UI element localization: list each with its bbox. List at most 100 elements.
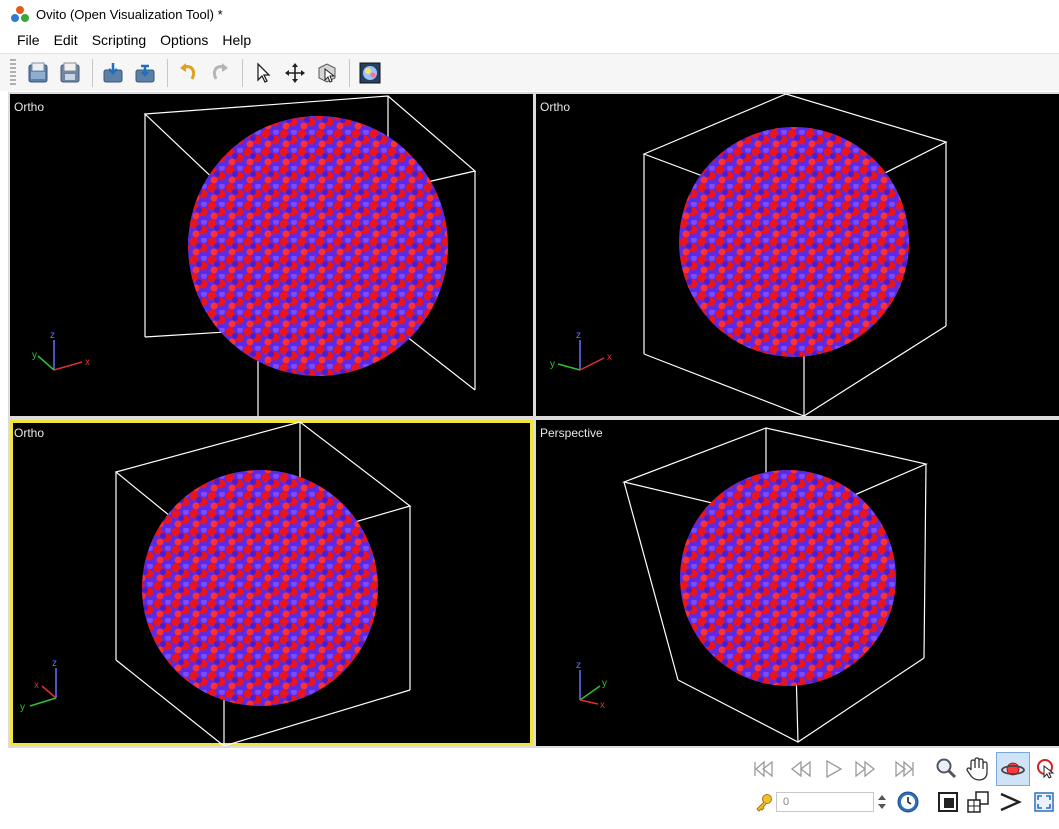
pick-orbit-icon: [318, 62, 336, 83]
menu-edit[interactable]: Edit: [47, 30, 85, 50]
hand-icon: [966, 757, 988, 781]
move-mode-button[interactable]: [281, 59, 309, 87]
axis-y-label: y: [32, 350, 37, 361]
viewport-caption[interactable]: Perspective: [540, 426, 603, 440]
fast-forward-icon: [855, 760, 876, 778]
axis-x-label: x: [600, 700, 605, 711]
pick-orbit-button[interactable]: [313, 59, 341, 87]
redo-icon: [212, 62, 228, 80]
axis-z-label: z: [576, 660, 581, 671]
zoom-scene-extents-button[interactable]: [934, 788, 962, 816]
rewind-icon: [790, 760, 811, 778]
viewport-top-right[interactable]: Ortho z x y: [536, 94, 1059, 416]
axis-y-label: y: [20, 702, 25, 713]
play-button[interactable]: [820, 756, 846, 782]
redo-button[interactable]: [206, 59, 234, 87]
skip-end-icon: [895, 760, 914, 778]
axis-z-label: z: [52, 658, 57, 669]
current-frame-field[interactable]: 0: [776, 792, 874, 812]
next-frame-button[interactable]: [852, 756, 878, 782]
axis-tripod: z y x: [576, 660, 607, 711]
main-toolbar: [0, 53, 1059, 91]
window-title: Ovito (Open Visualization Tool) *: [36, 6, 223, 22]
viewport-scene: z x y: [20, 421, 412, 746]
selection-mode-button[interactable]: [249, 59, 277, 87]
auto-key-button[interactable]: [752, 790, 776, 814]
animation-controls: 0: [748, 752, 1059, 826]
menu-bar: File Edit Scripting Options Help: [0, 29, 1059, 51]
undo-icon: [180, 62, 196, 80]
fov-button[interactable]: [996, 788, 1024, 816]
render-button[interactable]: [356, 59, 384, 87]
viewport-bottom-left[interactable]: Ortho z x y: [10, 420, 533, 746]
title-bar: Ovito (Open Visualization Tool) *: [0, 0, 1059, 28]
clock-icon: [897, 791, 919, 813]
undo-button[interactable]: [174, 59, 202, 87]
menu-options[interactable]: Options: [153, 30, 215, 50]
save-file-button[interactable]: [56, 59, 84, 87]
axis-x-label: x: [85, 357, 90, 368]
axis-y-label: y: [550, 359, 555, 370]
axis-z-label: z: [50, 330, 55, 341]
ovito-logo-icon: [11, 6, 29, 22]
toolbar-separator: [349, 58, 350, 87]
key-icon: [756, 794, 772, 812]
save-icon: [60, 62, 80, 82]
import-icon: [103, 62, 123, 82]
export-button[interactable]: [131, 59, 159, 87]
move-icon: [285, 62, 305, 83]
spinner-arrows-icon: [878, 795, 886, 809]
viewport-scene: z y x: [576, 427, 928, 743]
pan-button[interactable]: [962, 754, 992, 784]
previous-frame-button[interactable]: [788, 756, 814, 782]
folder-open-icon: [28, 62, 48, 82]
open-file-button[interactable]: [24, 59, 52, 87]
viewport-scene: z x y: [550, 94, 948, 416]
maximize-icon: [1034, 792, 1054, 812]
atom-cluster: [679, 127, 909, 357]
zoom-button[interactable]: [932, 754, 960, 782]
viewport-bottom-right[interactable]: Perspective z y x: [536, 420, 1059, 746]
atom-cluster: [188, 116, 448, 376]
zoom-all-viewports-button[interactable]: [964, 788, 992, 816]
axis-z-label: z: [576, 330, 581, 341]
export-icon: [135, 64, 155, 82]
zoom-extents-icon: [938, 792, 958, 812]
toolbar-separator: [167, 58, 168, 87]
viewport-caption[interactable]: Ortho: [14, 100, 44, 114]
goto-end-button[interactable]: [892, 756, 918, 782]
toolbar-separator: [242, 58, 243, 87]
atom-cluster: [680, 470, 896, 686]
axis-y-label: y: [602, 678, 607, 689]
menu-scripting[interactable]: Scripting: [85, 30, 153, 50]
pick-orbit-center-button[interactable]: [1032, 754, 1058, 782]
render-icon: [359, 62, 381, 83]
skip-start-icon: [754, 760, 773, 778]
atom-cluster: [142, 470, 378, 706]
toolbar-separator: [92, 58, 93, 87]
animation-settings-button[interactable]: [894, 788, 922, 816]
viewport-area: Ortho z x y Ortho z x y Ortho z x y Pers…: [8, 92, 1059, 748]
orbit-icon: [1001, 762, 1025, 776]
pointer-icon: [257, 61, 271, 83]
axis-tripod: z x y: [550, 330, 612, 371]
toolbar-grip[interactable]: [10, 58, 16, 87]
orbit-center-icon: [1037, 759, 1055, 779]
viewport-caption[interactable]: Ortho: [540, 100, 570, 114]
maximize-viewport-button[interactable]: [1030, 788, 1058, 816]
goto-start-button[interactable]: [750, 756, 776, 782]
axis-x-label: x: [607, 352, 612, 363]
magnifier-icon: [936, 758, 957, 779]
field-of-view-icon: [1000, 792, 1022, 812]
frame-spinner[interactable]: [876, 792, 888, 812]
play-icon: [826, 759, 843, 779]
menu-file[interactable]: File: [10, 30, 47, 50]
axis-tripod: z x y: [32, 330, 90, 371]
viewport-top-left[interactable]: Ortho z x y: [10, 94, 533, 416]
orbit-button[interactable]: [996, 752, 1030, 786]
menu-help[interactable]: Help: [215, 30, 258, 50]
axis-x-label: x: [34, 680, 39, 691]
zoom-all-icon: [967, 791, 989, 813]
import-button[interactable]: [99, 59, 127, 87]
viewport-caption[interactable]: Ortho: [14, 426, 44, 440]
